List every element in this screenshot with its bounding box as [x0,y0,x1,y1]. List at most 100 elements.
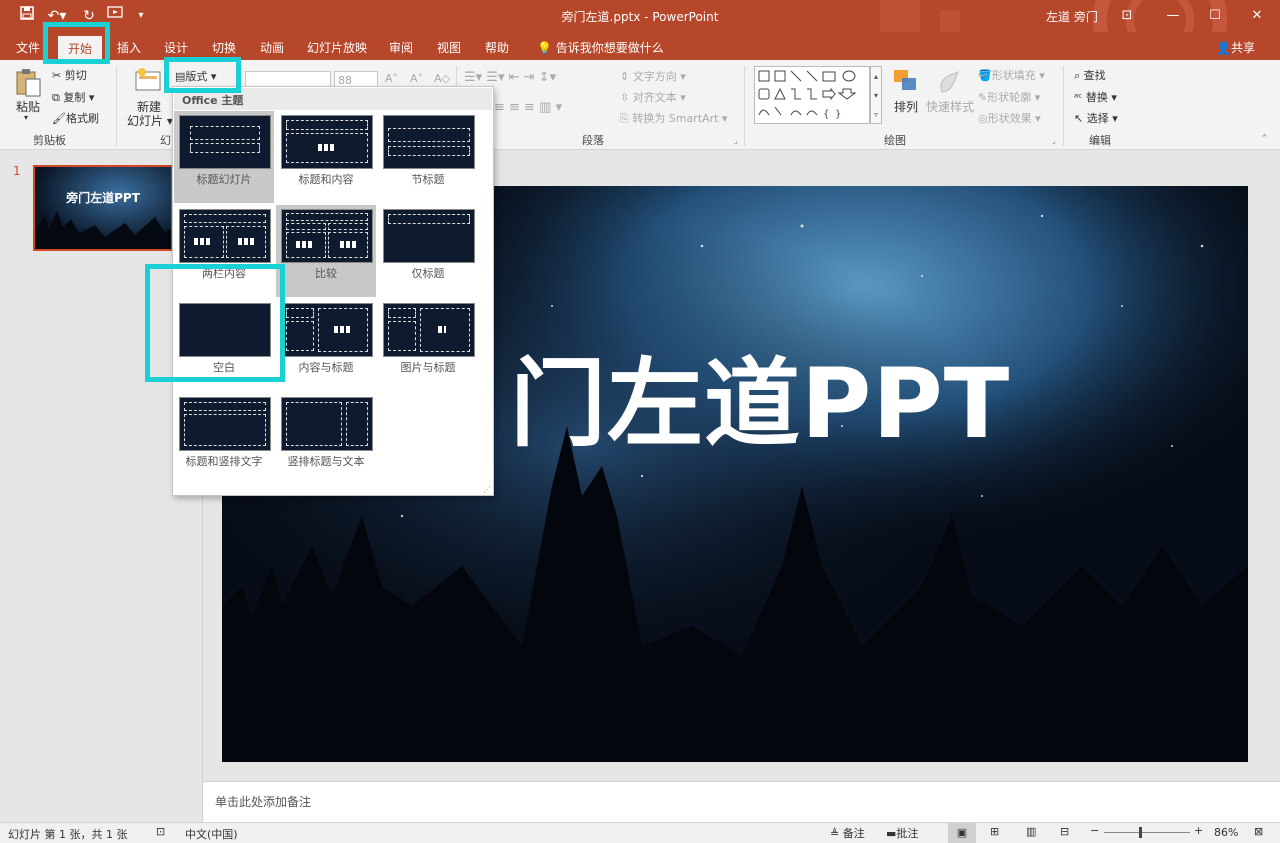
tab-design[interactable]: 设计 [164,39,188,56]
arrange-icon[interactable] [892,68,920,98]
fit-to-window-icon[interactable]: ⊠ [1254,825,1263,838]
shapes-gallery[interactable]: {} [754,66,870,124]
layout-comparison[interactable]: 比较 [276,205,376,297]
layout-vertical-title-text[interactable]: 竖排标题与文本 [276,393,376,485]
slideshow-view-icon[interactable]: ⊟ [1060,825,1069,838]
grow-font-icon[interactable]: A˄ [385,72,398,85]
shapes-scroll[interactable]: ▴ ▾ ▿ [870,66,882,124]
layout-thumb [281,303,373,357]
slide-sorter-icon[interactable]: ⊞ [990,825,999,838]
separator [744,66,745,146]
layout-title-only[interactable]: 仅标题 [378,205,478,297]
new-slide-label-2[interactable]: 幻灯片 ▾ [127,112,173,129]
copy-button[interactable]: ⧉ 复制 ▾ [52,89,94,105]
quick-styles-button[interactable]: 快速样式 [926,98,974,115]
ribbon-display-options-icon[interactable]: ⊡ [1104,0,1150,32]
select-button[interactable]: ↖ 选择 ▾ [1074,110,1118,126]
shape-effects-button[interactable]: ◎形状效果 ▾ [978,110,1041,126]
new-slide-icon[interactable] [134,66,162,96]
shrink-font-icon[interactable]: A˅ [410,72,423,85]
language-indicator[interactable]: 中文(中国) [185,826,238,842]
select-label: 选择 [1086,112,1109,125]
drawing-group-label: 绘图 [884,134,906,147]
paragraph-align-icons[interactable]: ≡ ≡ ≡ ▥ ▾ [494,100,562,115]
tab-view[interactable]: 视图 [437,39,461,56]
scissors-icon: ✂ [52,69,62,82]
slide-number: 1 [13,164,21,178]
layout-title-slide[interactable]: 标题幻灯片 [174,111,274,203]
slide-thumbnail[interactable]: 旁门左道PPT [33,165,173,251]
comment-icon: ▬ [886,827,897,840]
highlight-layout-button [164,57,241,93]
zoom-slider-thumb[interactable] [1139,827,1143,838]
clear-format-icon[interactable]: A◇ [434,72,450,85]
smartart-label: 转换为 SmartArt [632,112,719,125]
collapse-ribbon-icon[interactable]: ˄ [1262,134,1267,145]
replace-button[interactable]: ᵃᶜ 替换 ▾ [1074,89,1117,105]
accessibility-icon[interactable]: ⊡ [156,825,165,838]
paragraph-launcher-icon[interactable]: ⌟ [734,136,738,145]
shapes-icon: {} [758,70,857,120]
layout-label: 节标题 [411,173,445,186]
clipboard-group-label: 剪贴板 [33,134,66,147]
zoom-slider[interactable] [1104,832,1190,833]
reading-view-icon[interactable]: ▥ [1026,825,1036,838]
quick-styles-icon[interactable] [936,68,964,98]
tab-slideshow[interactable]: 幻灯片放映 [307,39,367,56]
notes-pane[interactable]: 单击此处添加备注 [203,781,1280,822]
share-button[interactable]: 👤共享 [1216,39,1255,56]
layout-section-header[interactable]: 节标题 [378,111,478,203]
tell-me-search[interactable]: 💡 告诉我你想要做什么 [537,39,664,56]
layout-label: 标题和竖排文字 [185,455,263,468]
cursor-icon: ↖ [1074,112,1084,125]
svg-text:{: { [823,109,829,120]
user-name[interactable]: 左道 旁门 [1046,8,1098,25]
shape-outline-button[interactable]: ✎形状轮廓 ▾ [978,89,1040,105]
notes-button[interactable]: ≜ 备注 [830,825,865,841]
thumbnail-title: 旁门左道PPT [66,191,140,205]
drawing-launcher-icon[interactable]: ⌟ [1052,136,1056,145]
title-bar: ↶▾ ↻ ▾ 旁门左道.pptx - PowerPoint 左道 旁门 ⊡ — … [0,0,1280,32]
format-painter-label: 格式刷 [65,112,99,125]
slide-title[interactable]: 门左道PPT [510,326,1010,465]
normal-view-icon[interactable]: ▣ [948,823,976,843]
layout-label: 内容与标题 [298,361,354,374]
layout-title-vertical-text[interactable]: 标题和竖排文字 [174,393,274,485]
layout-label: 竖排标题与文本 [287,455,365,468]
tab-review[interactable]: 审阅 [389,39,413,56]
tab-help[interactable]: 帮助 [485,39,509,56]
highlight-home-tab [43,22,110,64]
replace-icon: ᵃᶜ [1074,91,1083,104]
tab-animations[interactable]: 动画 [260,39,284,56]
minimize-icon[interactable]: — [1150,0,1196,32]
comments-button[interactable]: ▬批注 [886,825,918,841]
zoom-in-icon[interactable]: + [1194,824,1203,837]
zoom-level[interactable]: 86% [1214,826,1238,839]
cut-button[interactable]: ✂ 剪切 [52,67,87,83]
tab-insert[interactable]: 插入 [117,39,141,56]
notes-placeholder: 单击此处添加备注 [215,795,312,809]
text-direction-button[interactable]: ⇕ 文字方向 ▾ [620,68,686,84]
highlight-blank-layout [145,264,285,382]
close-icon[interactable]: ✕ [1234,0,1280,32]
shape-fill-button[interactable]: 🪣形状填充 ▾ [978,67,1045,83]
smartart-button[interactable]: ⎘ 转换为 SmartArt ▾ [620,110,727,126]
slides-group-label: 幻 [160,134,171,147]
layout-content-caption[interactable]: 内容与标题 [276,299,376,391]
resize-grip-icon[interactable]: ⋰ [483,485,491,494]
paragraph-list-icons[interactable]: ☰▾ ☰▾ ⇤ ⇥ ↕▾ [464,70,556,85]
format-painter-button[interactable]: 🖌格式刷 [52,110,99,126]
tab-transitions[interactable]: 切换 [212,39,236,56]
layout-picture-caption[interactable]: 图片与标题 [378,299,478,391]
tab-file[interactable]: 文件 [16,39,40,56]
maximize-icon[interactable]: ☐ [1192,0,1238,32]
arrange-button[interactable]: 排列 [894,98,918,115]
zoom-out-icon[interactable]: − [1090,824,1099,837]
share-label: 共享 [1230,41,1255,55]
paste-dropdown-icon[interactable]: ▾ [24,113,28,122]
layout-thumb [383,115,475,169]
align-text-button[interactable]: ⇳ 对齐文本 ▾ [620,89,686,105]
layout-title-content[interactable]: 标题和内容 [276,111,376,203]
find-button[interactable]: ⌕ 查找 [1074,67,1106,83]
paste-icon[interactable] [14,68,42,98]
